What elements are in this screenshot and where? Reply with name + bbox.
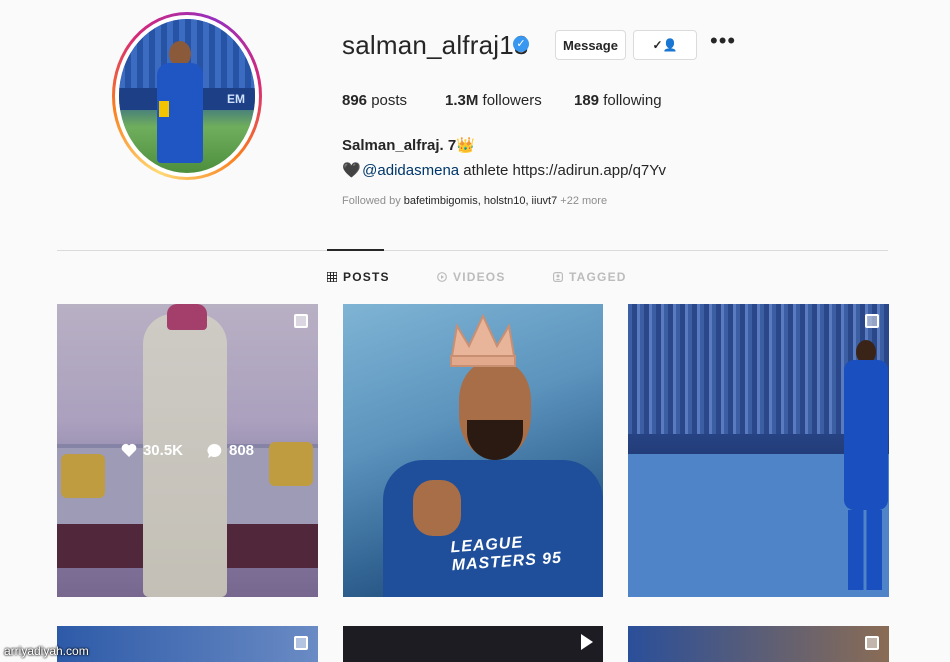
- post-player-legs: [848, 510, 882, 590]
- post-tile[interactable]: [343, 626, 603, 662]
- followed-by-prefix: Followed by: [342, 195, 404, 207]
- post-tile[interactable]: [628, 304, 889, 597]
- watermark: arriyadiyah.com: [4, 644, 89, 658]
- followed-by-names: bafetimbigomis, holstn10, iiuvt7: [403, 195, 558, 207]
- grid-icon: [327, 272, 337, 282]
- post-likes-count: 30.5K: [142, 442, 183, 459]
- carousel-icon: [294, 636, 308, 650]
- followers-label: followers: [478, 92, 542, 109]
- active-tab-indicator: [327, 249, 384, 251]
- followed-by-more: +22 more: [557, 195, 608, 207]
- heart-icon: [121, 443, 137, 457]
- crown-icon: [449, 313, 517, 367]
- video-play-icon: [581, 634, 593, 650]
- profile-username: salman_alfraj13: [342, 30, 529, 60]
- video-icon: [437, 272, 447, 282]
- carousel-icon: [294, 314, 308, 328]
- profile-bio: 🖤 @adidasmena athlete https://adirun.app…: [342, 161, 666, 179]
- avatar-frame: EM: [115, 15, 259, 177]
- following-label: following: [599, 92, 662, 109]
- following-user-check-icon: ✓👤: [652, 38, 678, 52]
- post-comments: 808: [207, 442, 254, 459]
- post-tile[interactable]: 30.5K 808: [57, 304, 318, 597]
- tagged-user-icon: [553, 272, 563, 282]
- profile-full-name: Salman_alfraj. 7👑: [342, 137, 475, 154]
- post-comments-count: 808: [229, 442, 255, 459]
- avatar-person: [157, 41, 203, 171]
- tab-videos-label: VIDEOS: [453, 270, 506, 284]
- following-button[interactable]: ✓👤: [633, 30, 697, 60]
- post-hand: [413, 480, 461, 536]
- verified-badge-icon: ✓: [513, 36, 529, 52]
- post-jersey: [383, 460, 603, 597]
- following-count: 189: [574, 92, 600, 109]
- followers-count: 1.3M: [445, 92, 479, 109]
- comment-icon: [207, 443, 222, 458]
- bio-text: athlete https://adirun.app/q7Yv: [459, 162, 666, 179]
- stat-posts: 896 posts: [342, 92, 407, 109]
- post-tile[interactable]: LEAGUE MASTERS 95: [343, 304, 603, 597]
- message-button[interactable]: Message: [555, 30, 626, 60]
- post-beard: [467, 420, 523, 460]
- posts-count: 896: [342, 92, 368, 109]
- tabs-divider: [57, 250, 888, 251]
- black-heart-icon: 🖤: [342, 162, 361, 179]
- carousel-icon: [865, 314, 879, 328]
- post-player-body: [844, 360, 888, 510]
- captain-armband: [159, 101, 169, 117]
- post-player: [842, 340, 888, 590]
- avatar-image: EM: [119, 19, 255, 173]
- tab-tagged[interactable]: TAGGED: [553, 270, 627, 284]
- profile-avatar[interactable]: EM: [112, 12, 262, 180]
- carousel-icon: [865, 636, 879, 650]
- posts-label: posts: [367, 92, 408, 109]
- tab-videos[interactable]: VIDEOS: [437, 270, 506, 284]
- tab-posts-label: POSTS: [343, 270, 390, 284]
- post-tile[interactable]: [57, 626, 318, 662]
- tab-posts[interactable]: POSTS: [327, 270, 390, 284]
- post-hover-stats: 30.5K 808: [57, 442, 318, 459]
- stat-followers[interactable]: 1.3M followers: [445, 92, 542, 109]
- post-tile[interactable]: [628, 626, 889, 662]
- bio-mention-link[interactable]: @adidasmena: [362, 162, 459, 179]
- more-options-icon[interactable]: •••: [710, 30, 736, 56]
- followed-by[interactable]: Followed by bafetimbigomis, holstn10, ii…: [342, 195, 607, 207]
- stat-following[interactable]: 189 following: [574, 92, 662, 109]
- tab-tagged-label: TAGGED: [569, 270, 627, 284]
- post-likes: 30.5K: [121, 442, 183, 459]
